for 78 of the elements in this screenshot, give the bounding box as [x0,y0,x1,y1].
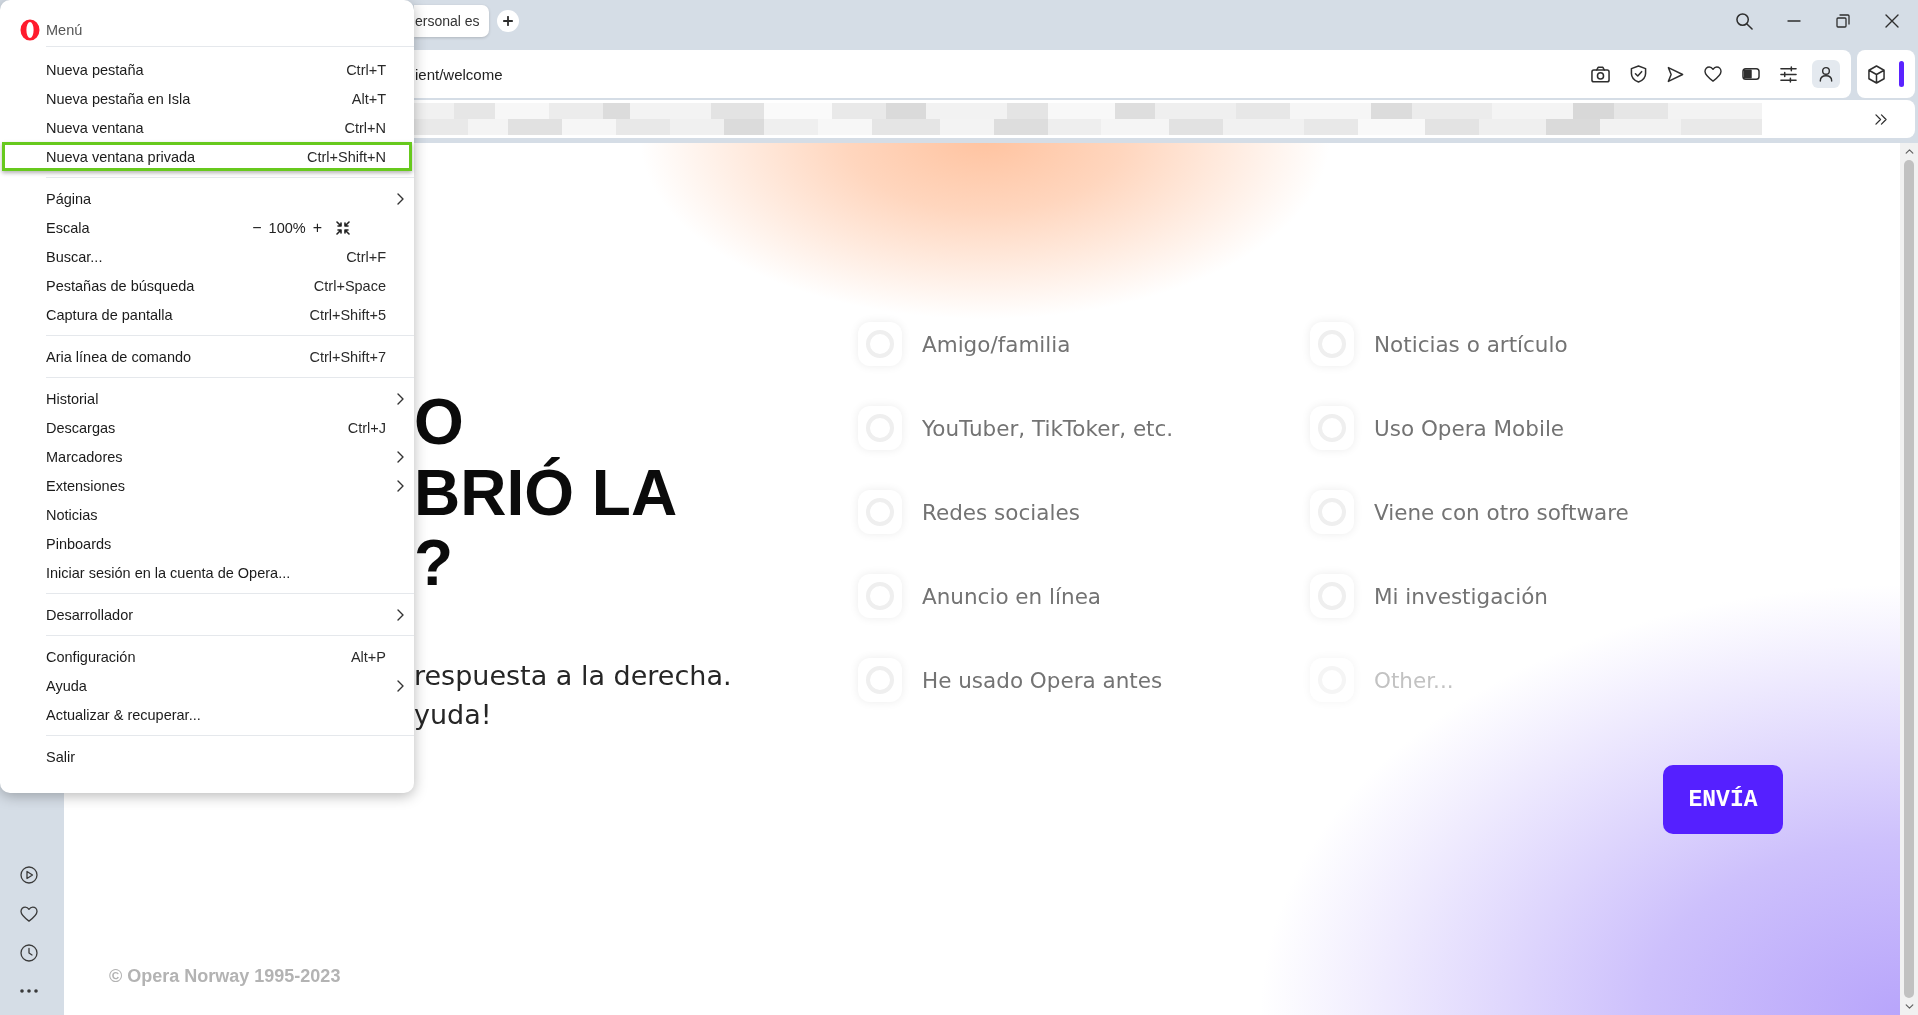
heart-icon[interactable] [20,906,38,922]
zoom-in-button[interactable]: + [312,218,322,237]
menu-item[interactable]: Buscar... Ctrl+F [0,242,414,271]
shortcut-text: Ctrl+F [346,248,386,265]
page-heading: O BRIÓ LA ? [414,387,679,599]
option-label: Viene con otro software [1374,499,1629,525]
menu-item[interactable]: Salir [0,742,414,771]
minimize-icon[interactable] [1786,20,1801,22]
url-field[interactable]: ient/welcome [415,65,503,83]
profile-button[interactable] [1812,60,1840,88]
menu-item[interactable]: Nueva pestaña Ctrl+T [0,55,414,84]
menu-item[interactable]: Nueva ventana privada Ctrl+Shift+N [2,142,412,171]
clock-icon[interactable] [20,944,38,962]
shortcut-text: Ctrl+Shift+N [307,148,386,165]
option-label: Uso Opera Mobile [1374,415,1565,441]
menu-item[interactable]: Nueva pestaña en Isla Alt+T [0,84,414,113]
menu-item[interactable]: Iniciar sesión en la cuenta de Opera... [0,558,414,587]
menu-item[interactable]: Pestañas de búsqueda Ctrl+Space [0,271,414,300]
shortcut-text: Ctrl+Shift+7 [309,348,386,365]
menu-item[interactable]: Nueva ventana Ctrl+N [0,113,414,142]
restore-icon[interactable] [1835,14,1850,28]
play-circle-icon[interactable] [20,866,38,884]
more-dots-icon[interactable] [20,989,38,993]
menu-item[interactable]: Desarrollador [0,600,414,629]
copyright-text: © Opera Norway 1995-2023 [109,965,341,987]
browser-tab[interactable]: ersonal es [414,5,489,37]
indicator-bar [1899,61,1904,87]
scroll-up-icon[interactable] [1904,149,1914,154]
search-icon[interactable] [1736,12,1753,30]
menu-item[interactable]: Escala − 100% + [0,213,414,242]
shortcut-text: Ctrl+N [344,119,386,136]
shield-check-icon[interactable] [1630,65,1647,83]
plus-icon [502,16,513,26]
menu-item[interactable]: Captura de pantalla Ctrl+Shift+5 [0,300,414,329]
opera-logo-icon [20,19,40,41]
option-label: YouTuber, TikToker, etc. [922,415,1174,441]
other-input-field[interactable]: Other... [1374,667,1634,693]
shortcut-text: Ctrl+Space [313,277,386,294]
menu-item[interactable]: Noticias [0,500,414,529]
zoom-level: 100% [268,219,306,236]
menu-item[interactable]: Pinboards [0,529,414,558]
menu-item[interactable]: Marcadores [0,442,414,471]
battery-icon[interactable] [1742,68,1760,80]
sliders-icon[interactable] [1780,65,1797,83]
shortcut-text: Ctrl+J [347,419,386,436]
zoom-out-button[interactable]: − [252,218,262,237]
option-label: Mi investigación [1374,583,1548,609]
heart-icon[interactable] [1704,66,1722,82]
collapse-arrows-icon[interactable] [336,220,350,235]
shortcut-text: Alt+T [351,90,386,107]
menu-item[interactable]: Página [0,184,414,213]
shortcut-text: Alt+P [350,648,386,665]
menu-item[interactable]: Actualizar & recuperar... [0,700,414,729]
menu-item[interactable]: Configuración Alt+P [0,642,414,671]
option-label: Amigo/familia [922,331,1071,357]
person-icon [1819,66,1833,82]
camera-icon[interactable] [1591,65,1610,83]
menu-item[interactable]: Historial [0,384,414,413]
option-label: Redes sociales [922,499,1080,525]
shortcut-text: Ctrl+Shift+5 [309,306,386,323]
scrollbar-thumb[interactable] [1904,160,1914,998]
menu-title: Menú [46,22,83,38]
menu-item[interactable]: Aria línea de comando Ctrl+Shift+7 [0,342,414,371]
option-label: He usado Opera antes [922,667,1163,693]
new-tab-button[interactable] [496,10,519,32]
option-label: Anuncio en línea [922,583,1102,609]
menu-item[interactable]: Extensiones [0,471,414,500]
menu-item[interactable]: Descargas Ctrl+J [0,413,414,442]
submit-button[interactable]: ENVÍA [1663,765,1783,834]
send-icon[interactable] [1667,65,1684,83]
double-chevron-icon[interactable] [1875,113,1887,125]
menu-item[interactable]: Ayuda [0,671,414,700]
close-icon[interactable] [1884,14,1899,28]
scroll-down-icon[interactable] [1904,1004,1914,1009]
shortcut-text: Ctrl+T [346,61,386,78]
cube-icon[interactable] [1868,64,1885,84]
intro-paragraph: respuesta a la derecha. yuda! [414,658,733,732]
option-label: Noticias o artículo [1374,331,1568,357]
